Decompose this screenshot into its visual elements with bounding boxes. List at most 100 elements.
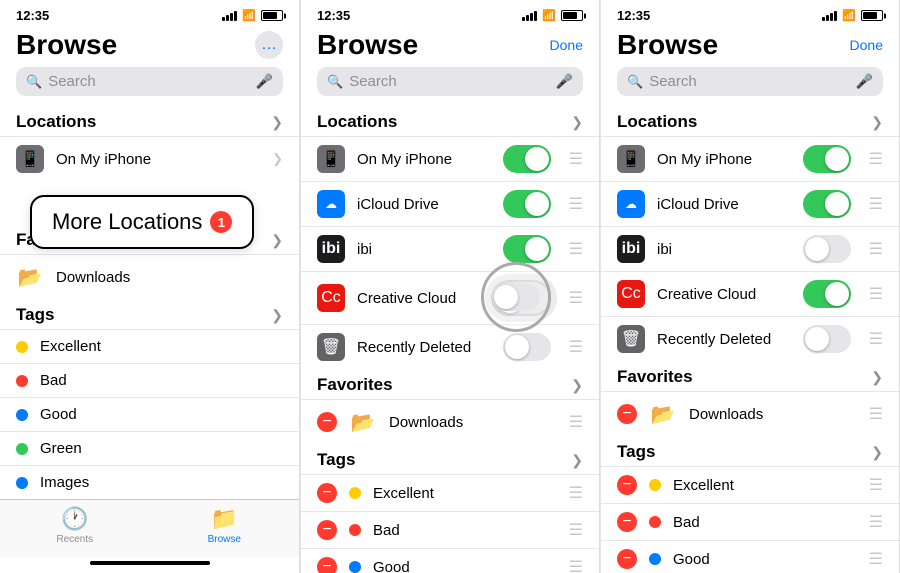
drag-handle-icloud-3[interactable]: ☰ bbox=[869, 194, 883, 214]
minus-button-downloads-2[interactable]: − bbox=[317, 412, 337, 432]
drag-handle-excellent[interactable]: ☰ bbox=[569, 483, 583, 503]
list-item-good[interactable]: Good bbox=[0, 397, 299, 431]
drag-handle-phone-3[interactable]: ☰ bbox=[869, 149, 883, 169]
browse-label-1: Browse bbox=[208, 534, 241, 545]
search-bar-2[interactable]: 🔍 Search 🎤 bbox=[317, 67, 583, 96]
tag-good-3: Good bbox=[673, 551, 851, 568]
toggle-ibi-2[interactable] bbox=[503, 235, 551, 263]
minus-btn-bad[interactable]: − bbox=[317, 520, 337, 540]
locations-title-2: Locations bbox=[317, 112, 397, 132]
tab-recents-1[interactable]: 🕐 Recents bbox=[0, 506, 150, 545]
list-item-phone-3[interactable]: 📱 On My iPhone ☰ bbox=[601, 136, 899, 181]
list-item-excellent-2[interactable]: − Excellent ☰ bbox=[301, 474, 599, 511]
list-item-images[interactable]: Images bbox=[0, 465, 299, 499]
list-item-bad-2[interactable]: − Bad ☰ bbox=[301, 511, 599, 548]
mic-icon-3[interactable]: 🎤 bbox=[856, 73, 873, 90]
list-item-bad[interactable]: Bad bbox=[0, 363, 299, 397]
drag-handle-bad[interactable]: ☰ bbox=[569, 520, 583, 540]
drag-handle-ibi[interactable]: ☰ bbox=[569, 239, 583, 259]
list-item-excellent[interactable]: Excellent bbox=[0, 329, 299, 363]
drag-handle-bad-3[interactable]: ☰ bbox=[869, 512, 883, 532]
more-locations-badge: 1 bbox=[210, 211, 232, 233]
chevron-fav-3: ❯ bbox=[871, 369, 883, 386]
tag-label-bad: Bad bbox=[40, 372, 283, 389]
minus-btn-excellent-3[interactable]: − bbox=[617, 475, 637, 495]
list-item-downloads-3[interactable]: − 📂 Downloads ☰ bbox=[601, 391, 899, 436]
toggle-phone-2[interactable] bbox=[503, 145, 551, 173]
status-icons-2: 📶 bbox=[522, 9, 583, 22]
drag-handle-cc-3[interactable]: ☰ bbox=[869, 284, 883, 304]
list-item-icloud-3[interactable]: ☁ iCloud Drive ☰ bbox=[601, 181, 899, 226]
drag-handle-trash-3[interactable]: ☰ bbox=[869, 329, 883, 349]
tags-header-1[interactable]: Tags ❯ bbox=[0, 299, 299, 329]
drag-handle-icloud[interactable]: ☰ bbox=[569, 194, 583, 214]
tags-header-2[interactable]: Tags ❯ bbox=[301, 444, 599, 474]
list-item-excellent-3[interactable]: − Excellent ☰ bbox=[601, 466, 899, 503]
toggle-icloud-2[interactable] bbox=[503, 190, 551, 218]
drag-handle-good-3[interactable]: ☰ bbox=[869, 549, 883, 569]
locations-header-2[interactable]: Locations ❯ bbox=[301, 106, 599, 136]
drag-handle-ibi-3[interactable]: ☰ bbox=[869, 239, 883, 259]
favorites-title-3: Favorites bbox=[617, 367, 693, 387]
favorites-header-2[interactable]: Favorites ❯ bbox=[301, 369, 599, 399]
mic-icon-2[interactable]: 🎤 bbox=[556, 73, 573, 90]
toggle-icloud-3[interactable] bbox=[803, 190, 851, 218]
list-item-cc-3[interactable]: Cc Creative Cloud ☰ bbox=[601, 271, 899, 316]
drag-handle-trash[interactable]: ☰ bbox=[569, 337, 583, 357]
tag-bad-2: Bad bbox=[373, 522, 551, 539]
list-item-icloud-2[interactable]: ☁ iCloud Drive ☰ bbox=[301, 181, 599, 226]
search-bar-3[interactable]: 🔍 Search 🎤 bbox=[617, 67, 883, 96]
toggle-cc-2-large[interactable] bbox=[491, 280, 551, 316]
list-item-trash-3[interactable]: 🗑 Recently Deleted ☰ bbox=[601, 316, 899, 361]
list-item-trash-2[interactable]: 🗑 Recently Deleted ☰ bbox=[301, 324, 599, 369]
item-label-icloud-3: iCloud Drive bbox=[657, 196, 791, 213]
drag-handle-cc[interactable]: ☰ bbox=[569, 288, 583, 308]
list-item-green[interactable]: Green bbox=[0, 431, 299, 465]
phone-1: 12:35 📶 Browse … 🔍 Search 🎤 Locations ❯ … bbox=[0, 0, 300, 573]
mic-icon-1[interactable]: 🎤 bbox=[256, 73, 273, 90]
toggle-cc-3[interactable] bbox=[803, 280, 851, 308]
list-item-ibi-2[interactable]: ibi ibi ☰ bbox=[301, 226, 599, 271]
toggle-trash-3[interactable] bbox=[803, 325, 851, 353]
minus-button-downloads-3[interactable]: − bbox=[617, 404, 637, 424]
drag-handle-phone[interactable]: ☰ bbox=[569, 149, 583, 169]
more-options-button[interactable]: … bbox=[255, 31, 283, 59]
search-input-3[interactable]: Search bbox=[649, 73, 849, 90]
search-input-2[interactable]: Search bbox=[349, 73, 549, 90]
phone-3: 12:35 📶 Browse Done 🔍 Search 🎤 Locations… bbox=[600, 0, 900, 573]
list-item-good-2[interactable]: − Good ☰ bbox=[301, 548, 599, 573]
list-item-downloads-2[interactable]: − 📂 Downloads ☰ bbox=[301, 399, 599, 444]
tag-excellent-3: Excellent bbox=[673, 477, 851, 494]
locations-header-1[interactable]: Locations ❯ bbox=[0, 106, 299, 136]
drag-handle-downloads[interactable]: ☰ bbox=[569, 412, 583, 432]
tags-header-3[interactable]: Tags ❯ bbox=[601, 436, 899, 466]
list-item-ibi-3[interactable]: ibi ibi ☰ bbox=[601, 226, 899, 271]
list-item-phone-2[interactable]: 📱 On My iPhone ☰ bbox=[301, 136, 599, 181]
drag-handle-excellent-3[interactable]: ☰ bbox=[869, 475, 883, 495]
list-item-cc-2[interactable]: Cc Creative Cloud ☰ bbox=[301, 271, 599, 324]
tab-browse-1[interactable]: 📁 Browse bbox=[150, 506, 300, 545]
search-input-1[interactable]: Search bbox=[48, 73, 249, 90]
battery-icon bbox=[261, 10, 283, 21]
minus-btn-good[interactable]: − bbox=[317, 557, 337, 573]
list-item-on-my-iphone[interactable]: 📱 On My iPhone ❯ bbox=[0, 136, 299, 181]
list-item-bad-3[interactable]: − Bad ☰ bbox=[601, 503, 899, 540]
drag-handle-good[interactable]: ☰ bbox=[569, 557, 583, 573]
favorites-header-3[interactable]: Favorites ❯ bbox=[601, 361, 899, 391]
search-bar-1[interactable]: 🔍 Search 🎤 bbox=[16, 67, 283, 96]
drag-handle-downloads-3[interactable]: ☰ bbox=[869, 404, 883, 424]
minus-btn-bad-3[interactable]: − bbox=[617, 512, 637, 532]
more-locations-popup[interactable]: More Locations 1 bbox=[30, 195, 254, 249]
minus-btn-good-3[interactable]: − bbox=[617, 549, 637, 569]
done-button-3[interactable]: Done bbox=[850, 37, 883, 53]
toggle-phone-3[interactable] bbox=[803, 145, 851, 173]
toggle-trash-2[interactable] bbox=[503, 333, 551, 361]
list-item-good-3[interactable]: − Good ☰ bbox=[601, 540, 899, 573]
locations-header-3[interactable]: Locations ❯ bbox=[601, 106, 899, 136]
toggle-ibi-3[interactable] bbox=[803, 235, 851, 263]
done-button-2[interactable]: Done bbox=[550, 37, 583, 53]
locations-section-1: Locations ❯ 📱 On My iPhone ❯ bbox=[0, 106, 299, 181]
minus-btn-excellent[interactable]: − bbox=[317, 483, 337, 503]
battery-icon-3 bbox=[861, 10, 883, 21]
list-item-downloads[interactable]: 📂 Downloads bbox=[0, 254, 299, 299]
